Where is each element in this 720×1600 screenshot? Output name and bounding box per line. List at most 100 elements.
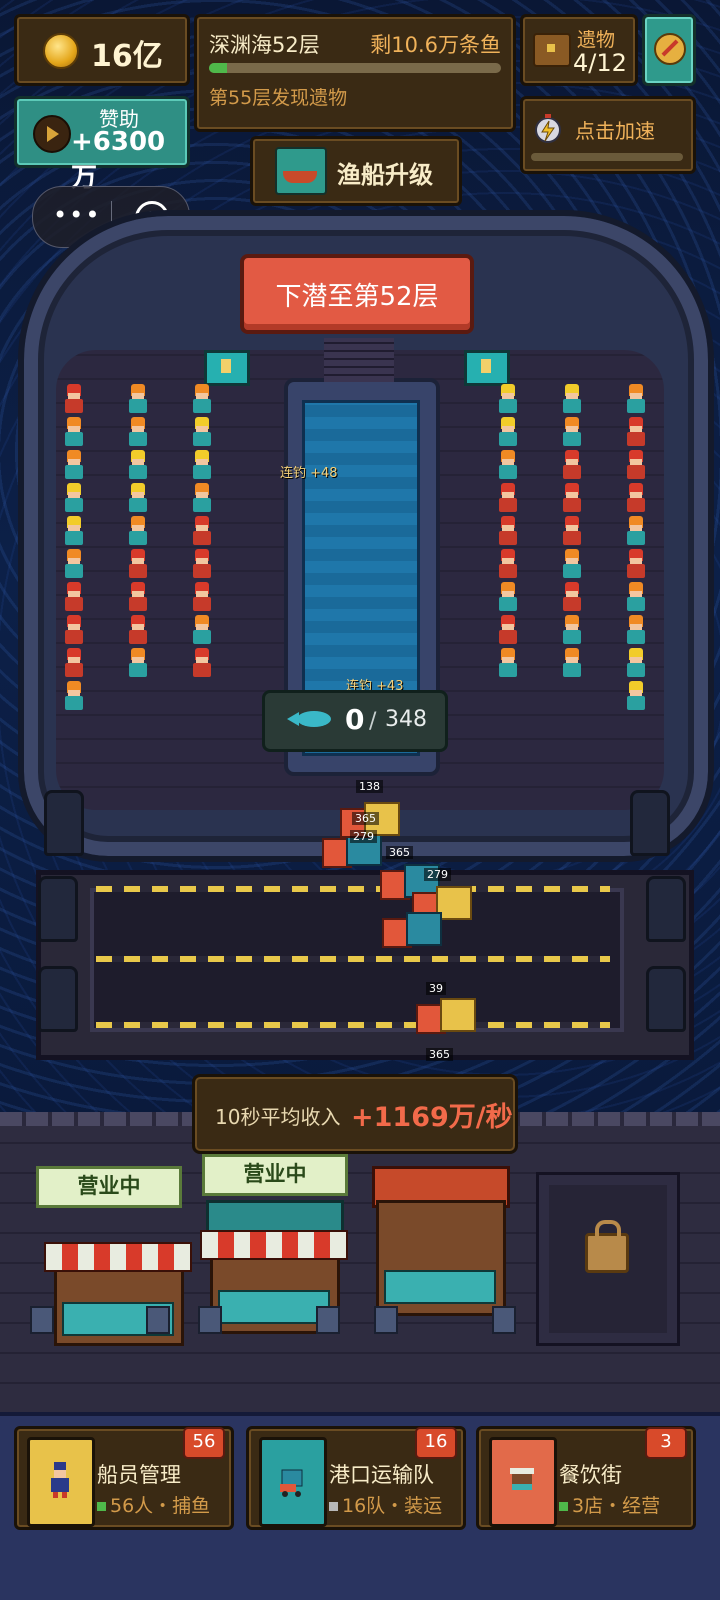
compass-button[interactable]: [642, 14, 696, 86]
tab-crew-management[interactable]: 船员管理 56人・捕鱼 56: [14, 1426, 234, 1530]
crew-member: [621, 450, 651, 480]
crew-member: [187, 417, 217, 447]
crew-column: [54, 384, 94, 714]
dive-label: 下潜至第52层: [275, 282, 439, 312]
crew-member: [123, 648, 153, 678]
crew-member: [187, 384, 217, 414]
crew-member: [621, 549, 651, 579]
crew-member: [59, 450, 89, 480]
combo-text: 连钓 +48: [280, 466, 338, 481]
lamp-icon: [204, 350, 250, 386]
coin-icon: [43, 33, 79, 69]
lamp-icon: [464, 350, 510, 386]
crew-member: [187, 648, 217, 678]
crew-member: [123, 615, 153, 645]
crew-member: [493, 384, 523, 414]
road-stripe: [96, 1022, 610, 1028]
crew-member: [123, 384, 153, 414]
crew-member: [59, 384, 89, 414]
crew-member: [557, 450, 587, 480]
income-value: +1169万/秒: [351, 1102, 513, 1133]
gold-amount: 16亿: [91, 39, 163, 74]
lock-icon: [585, 1220, 629, 1273]
layer-progress-fill: [209, 63, 227, 73]
crew-member: [557, 648, 587, 678]
crew-member: [621, 615, 651, 645]
layer-progress-bar: [209, 63, 501, 73]
crew-member: [123, 582, 153, 612]
relic-button[interactable]: 遗物 4/12: [520, 14, 638, 86]
tab-subtitle: 3店・经营: [559, 1491, 660, 1518]
fish-separator: /: [369, 709, 377, 734]
crew-member: [59, 681, 89, 711]
crew-member: [59, 549, 89, 579]
game-stage[interactable]: 16亿 深渊海52层 剩10.6万条鱼 第55层发现遗物 遗物 4/12 赞助 …: [0, 0, 720, 1600]
bollard: [38, 876, 78, 942]
crew-icon: [27, 1437, 95, 1527]
crew-column: [488, 384, 528, 681]
tab-food-street[interactable]: 餐饮街 3店・经营 3: [476, 1426, 696, 1530]
tab-title: 港口运输队: [329, 1463, 434, 1487]
shop-icon: [489, 1437, 557, 1527]
layer-tip: 第55层发现遗物: [209, 87, 348, 109]
bollard: [44, 790, 84, 856]
video-play-icon: [33, 115, 71, 153]
tab-badge: 16: [415, 1427, 457, 1459]
layer-remaining: 剩10.6万条鱼: [370, 33, 501, 57]
crew-member: [59, 483, 89, 513]
cargo-tag: 39: [426, 982, 446, 995]
crew-member: [621, 582, 651, 612]
crew-member: [557, 582, 587, 612]
crew-column: [118, 384, 158, 681]
crew-member: [557, 483, 587, 513]
crew-member: [123, 417, 153, 447]
dive-button[interactable]: 下潜至第52层: [240, 254, 474, 334]
sponsor-value: +6300万: [71, 127, 166, 193]
deck-stairs: [324, 338, 394, 382]
crew-member: [187, 483, 217, 513]
boat-upgrade-button[interactable]: 渔船升级: [250, 136, 462, 206]
treasure-chest-icon: [533, 33, 571, 67]
street-post: [316, 1306, 340, 1334]
compass-icon: [654, 33, 686, 65]
crew-member: [621, 516, 651, 546]
crew-column: [182, 384, 222, 681]
crew-member: [59, 417, 89, 447]
crew-member: [621, 384, 651, 414]
more-menu-icon[interactable]: •••: [53, 201, 101, 229]
shop-status-sign: 营业中: [202, 1154, 348, 1196]
crew-member: [557, 384, 587, 414]
crew-member: [187, 615, 217, 645]
crew-member: [59, 648, 89, 678]
bollard: [646, 966, 686, 1032]
crew-member: [59, 582, 89, 612]
crew-member: [493, 417, 523, 447]
crew-column: [616, 384, 656, 714]
tab-subtitle: 16队・装运: [329, 1491, 442, 1518]
speed-up-button[interactable]: 点击加速: [520, 96, 696, 174]
fish-market-shop[interactable]: [366, 1160, 510, 1316]
tab-badge: 3: [645, 1427, 687, 1459]
cargo-tag: 138: [356, 780, 383, 793]
crew-member: [493, 516, 523, 546]
crew-member: [493, 582, 523, 612]
tab-title: 船员管理: [97, 1463, 181, 1487]
layer-name: 深渊海52层: [209, 33, 320, 57]
crew-member: [59, 615, 89, 645]
crew-member: [621, 648, 651, 678]
fish-counter: 0 / 348: [262, 690, 448, 752]
locked-shop-slot[interactable]: [536, 1172, 680, 1346]
cargo-tag: 365: [352, 812, 379, 825]
crew-member: [621, 681, 651, 711]
truck-icon: [259, 1437, 327, 1527]
crew-member: [123, 516, 153, 546]
income-panel: 10秒平均收入 +1169万/秒: [192, 1074, 518, 1154]
tab-port-transport[interactable]: 港口运输队 16队・装运 16: [246, 1426, 466, 1530]
sponsor-button[interactable]: 赞助 +6300万: [14, 96, 190, 193]
income-label: 10秒平均收入: [215, 1105, 341, 1129]
bollard: [630, 790, 670, 856]
cargo-tag: 365: [386, 846, 413, 859]
crew-member: [493, 648, 523, 678]
street-post: [492, 1306, 516, 1334]
tab-title: 餐饮街: [559, 1463, 622, 1487]
